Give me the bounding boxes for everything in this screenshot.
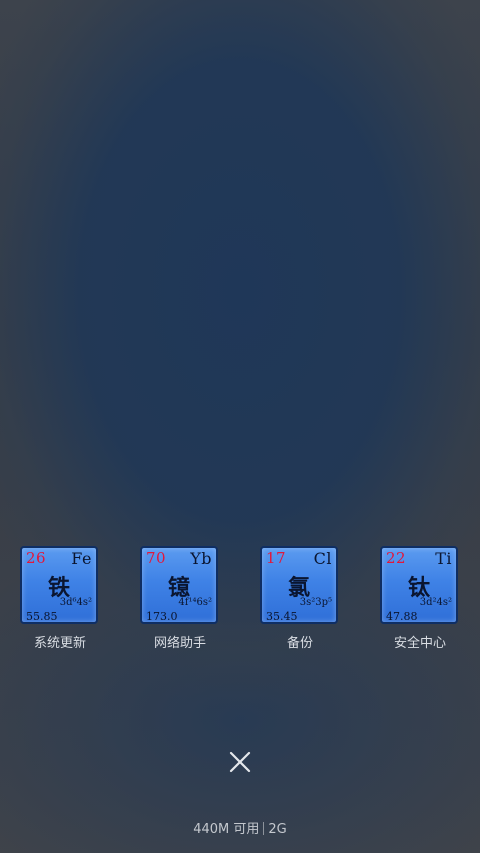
app-label: 网络助手 <box>153 636 206 651</box>
element-tile-icon[interactable]: 22 Ti 钛 3d²4s² 47.88 <box>380 546 458 624</box>
element-tile-icon[interactable]: 17 Cl 氯 3s²3p⁵ 35.45 <box>260 546 338 624</box>
memory-total: 2G <box>268 822 287 837</box>
element-tile-icon[interactable]: 70 Yb 镱 4f¹⁴6s² 173.0 <box>140 546 218 624</box>
electron-config: 3s²3p⁵ <box>299 597 332 608</box>
element-tile-icon[interactable]: 26 Fe 铁 3d⁶4s² 55.85 <box>20 546 98 624</box>
atomic-number: 22 <box>386 549 407 567</box>
element-symbol: Ti <box>435 549 452 568</box>
recent-apps-row: 26 Fe 铁 3d⁶4s² 55.85 系统更新 70 Yb 镱 4f¹⁴6s… <box>0 546 480 656</box>
element-symbol: Yb <box>190 549 212 568</box>
memory-status: 440M 可用 2G <box>0 818 480 837</box>
app-system-update[interactable]: 26 Fe 铁 3d⁶4s² 55.85 系统更新 <box>10 546 110 656</box>
atomic-number: 70 <box>146 549 167 567</box>
app-label: 系统更新 <box>33 636 86 651</box>
app-security-center[interactable]: 22 Ti 钛 3d²4s² 47.88 安全中心 <box>370 546 470 656</box>
close-icon[interactable] <box>222 744 258 780</box>
app-label: 备份 <box>286 636 313 651</box>
memory-available: 440M 可用 <box>193 822 260 837</box>
element-symbol: Fe <box>71 549 92 568</box>
electron-config: 3d²4s² <box>419 597 452 608</box>
electron-config: 4f¹⁴6s² <box>178 597 212 608</box>
memory-divider <box>263 822 265 835</box>
atomic-mass: 173.0 <box>146 610 178 623</box>
element-symbol: Cl <box>313 549 332 568</box>
atomic-mass: 35.45 <box>266 610 298 623</box>
atomic-mass: 55.85 <box>26 610 58 623</box>
atomic-number: 17 <box>266 549 287 567</box>
atomic-number: 26 <box>26 549 47 567</box>
app-network-assistant[interactable]: 70 Yb 镱 4f¹⁴6s² 173.0 网络助手 <box>130 546 230 656</box>
app-label: 安全中心 <box>393 636 446 651</box>
electron-config: 3d⁶4s² <box>59 597 92 608</box>
recent-apps-backdrop <box>0 0 480 853</box>
atomic-mass: 47.88 <box>386 610 418 623</box>
app-backup[interactable]: 17 Cl 氯 3s²3p⁵ 35.45 备份 <box>250 546 350 656</box>
